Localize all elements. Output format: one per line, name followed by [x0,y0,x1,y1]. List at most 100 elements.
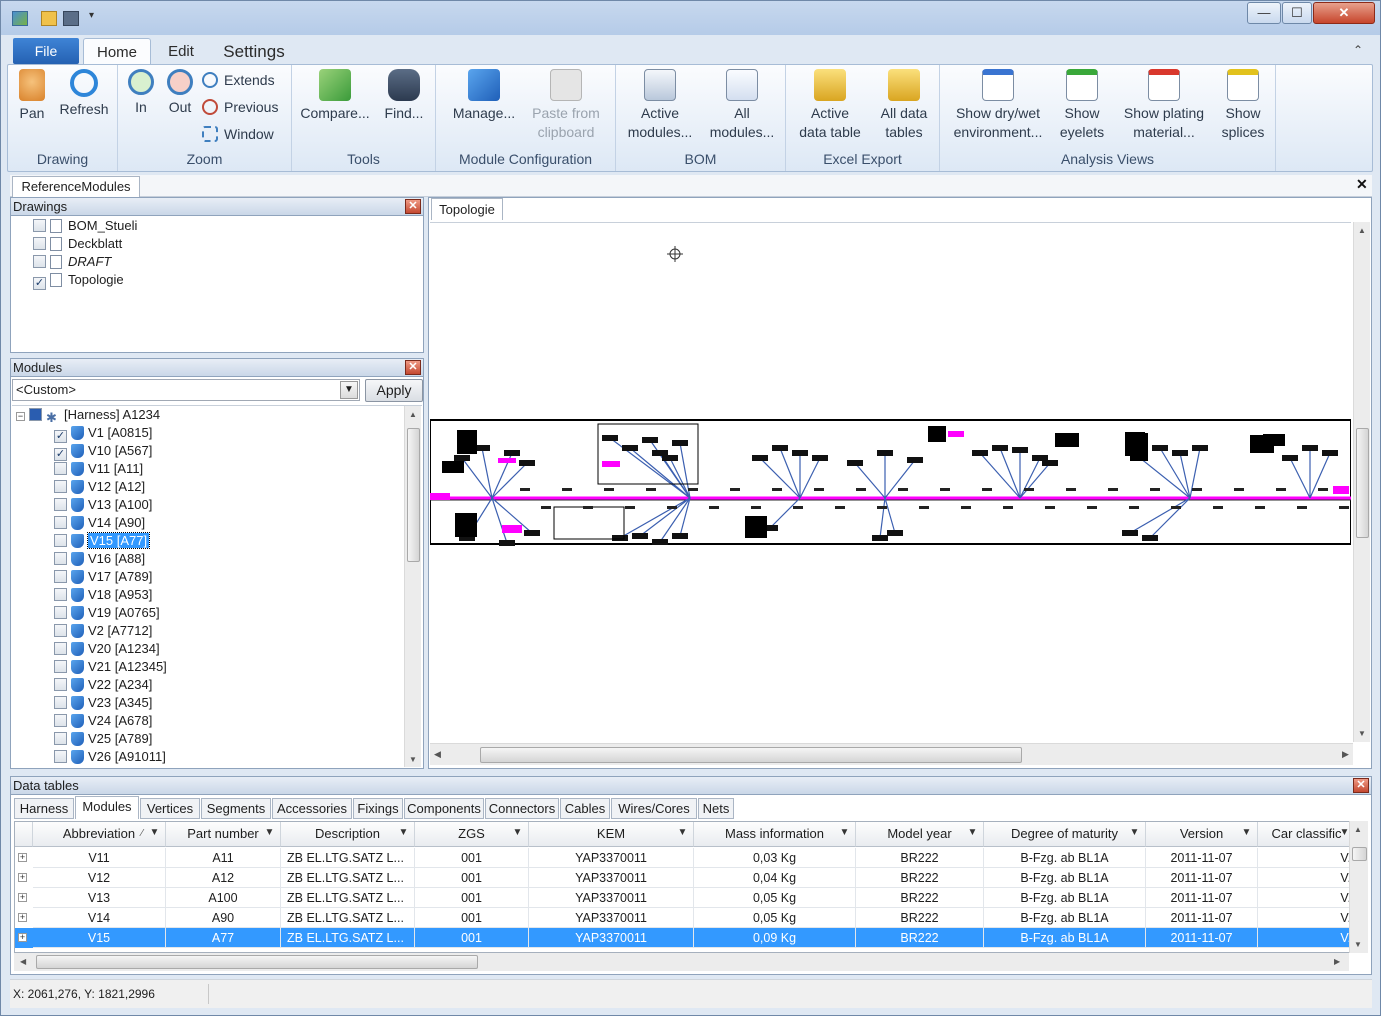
show-dry-wet-button[interactable]: Show dry/wet environment... [946,69,1050,142]
module-checkbox[interactable] [54,732,67,745]
tab-modules[interactable]: Modules [75,796,139,819]
filter-icon[interactable]: ▼ [839,827,850,839]
modules-scrollbar[interactable]: ▲ ▼ [404,406,421,767]
module-item[interactable]: V13 [A100] [54,496,152,514]
module-filter-select[interactable]: <Custom> ▼ [12,379,360,401]
scroll-up-icon[interactable]: ▲ [1354,825,1362,834]
module-item[interactable]: V26 [A91011] [54,748,166,766]
manage-button[interactable]: Manage... [448,69,520,123]
scroll-down-icon[interactable]: ▼ [1354,940,1362,949]
scroll-left-icon[interactable]: ◀ [20,957,26,966]
table-row[interactable]: + V12 A12 ZB EL.LTG.SATZ L... 001 YAP3370011 0… [15,868,1354,888]
maximize-button[interactable]: ☐ [1282,2,1312,24]
module-checkbox[interactable] [54,714,67,727]
show-plating-material-button[interactable]: Show plating material... [1116,69,1212,142]
scroll-right-icon[interactable]: ▶ [1342,749,1349,760]
tab-cables[interactable]: Cables [560,798,610,819]
refresh-button[interactable]: Refresh [56,69,112,119]
module-item[interactable]: V19 [A0765] [54,604,160,622]
module-item[interactable]: V12 [A12] [54,478,145,496]
zoom-in-button[interactable]: In [124,69,158,117]
drawing-vscroll-thumb[interactable] [1356,428,1369,538]
zoom-extends-button[interactable]: Extends [202,68,275,92]
close-data-tables-icon[interactable]: ✕ [1353,778,1369,793]
expand-row-icon[interactable]: + [18,893,27,902]
filter-icon[interactable]: ▼ [967,827,978,839]
module-item[interactable]: V2 [A7712] [54,622,152,640]
close-window-button[interactable]: ✕ [1313,2,1375,24]
module-checkbox[interactable] [54,570,67,583]
show-splices-button[interactable]: Show splices [1218,69,1268,142]
module-checkbox[interactable] [54,588,67,601]
module-checkbox[interactable] [54,606,67,619]
close-drawings-panel-icon[interactable]: ✕ [405,199,421,214]
module-item[interactable]: V14 [A90] [54,514,145,532]
ribbon-collapse-icon[interactable]: ⌃ [1353,43,1363,57]
compare-button[interactable]: Compare... [298,69,372,123]
module-checkbox[interactable] [54,624,67,637]
module-item[interactable]: V11 [A11] [54,460,143,478]
module-checkbox[interactable] [54,480,67,493]
close-document-icon[interactable]: ✕ [1356,176,1368,193]
module-checkbox[interactable] [54,678,67,691]
show-eyelets-button[interactable]: Show eyelets [1056,69,1108,142]
grid-horizontal-scrollbar[interactable]: ◀ ▶ [14,953,1349,971]
module-item[interactable]: V24 [A678] [54,712,152,730]
paste-from-clipboard-button[interactable]: Paste from clipboard [526,69,606,142]
tab-file[interactable]: File [13,38,79,64]
grid-vertical-scrollbar[interactable]: ▲ ▼ [1349,821,1368,953]
close-modules-panel-icon[interactable]: ✕ [405,360,421,375]
module-checkbox[interactable] [54,498,67,511]
drawing-horizontal-scrollbar[interactable]: ◀ ▶ [430,743,1353,765]
apply-button[interactable]: Apply [365,379,423,402]
export-active-data-table-button[interactable]: Active data table [792,69,868,142]
grid-hscroll-thumb[interactable] [36,955,478,969]
column-header[interactable]: ZGS ▼ [415,822,529,847]
scroll-down-icon[interactable]: ▼ [409,755,417,764]
module-item[interactable]: V18 [A953] [54,586,152,604]
drawing-checkbox[interactable] [33,255,46,268]
quick-access-dropdown-icon[interactable]: ▾ [89,10,94,21]
module-item[interactable]: ✓ V1 [A0815] [54,424,152,443]
bom-all-modules-button[interactable]: All modules... [708,69,776,142]
drawing-checkbox[interactable] [33,237,46,250]
filter-icon[interactable]: ▼ [677,827,688,839]
tab-vertices[interactable]: Vertices [140,798,200,819]
expand-row-icon[interactable]: + [18,933,27,942]
scroll-left-icon[interactable]: ◀ [434,749,441,760]
drawing-item[interactable]: BOM_Stueli [33,217,137,235]
export-all-data-tables-button[interactable]: All data tables [872,69,936,142]
grid-vscroll-thumb[interactable] [1352,847,1367,861]
table-row[interactable]: + V14 A90 ZB EL.LTG.SATZ L... 001 YAP3370011 0… [15,908,1354,928]
filter-icon[interactable]: ▼ [1241,827,1252,839]
tab-settings[interactable]: Settings [211,38,297,65]
module-item[interactable]: V17 [A789] [54,568,152,586]
scroll-up-icon[interactable]: ▲ [409,410,417,419]
modules-scroll-thumb[interactable] [407,428,420,562]
module-item[interactable]: V15 [A77] [54,532,151,550]
module-checkbox[interactable] [54,552,67,565]
collapse-icon[interactable]: − [16,412,25,421]
zoom-out-button[interactable]: Out [162,69,198,117]
zoom-previous-button[interactable]: Previous [202,95,278,119]
drawing-item[interactable]: ✓ Topologie [33,271,124,290]
find-button[interactable]: Find... [382,69,426,123]
module-checkbox[interactable] [54,696,67,709]
drawing-item[interactable]: DRAFT [33,253,111,271]
module-item[interactable]: V21 [A12345] [54,658,167,676]
filter-icon[interactable]: ▼ [1129,827,1140,839]
app-icon[interactable] [12,11,28,26]
expand-row-icon[interactable]: + [18,853,27,862]
column-header[interactable]: Abbreviation ⁄ ▼ [33,822,166,847]
module-item[interactable]: V23 [A345] [54,694,152,712]
tab-wires-cores[interactable]: Wires/Cores [611,798,697,819]
column-header[interactable]: Car classific ▼ [1258,822,1354,847]
tab-home[interactable]: Home [83,38,151,65]
column-header[interactable]: Model year ▼ [856,822,984,847]
column-header[interactable]: Version ▼ [1146,822,1258,847]
module-item[interactable]: V16 [A88] [54,550,145,568]
open-folder-icon[interactable] [41,11,57,26]
harness-topology-canvas[interactable] [429,222,1352,742]
scroll-right-icon[interactable]: ▶ [1334,957,1340,966]
filter-icon[interactable]: ▼ [398,827,409,839]
